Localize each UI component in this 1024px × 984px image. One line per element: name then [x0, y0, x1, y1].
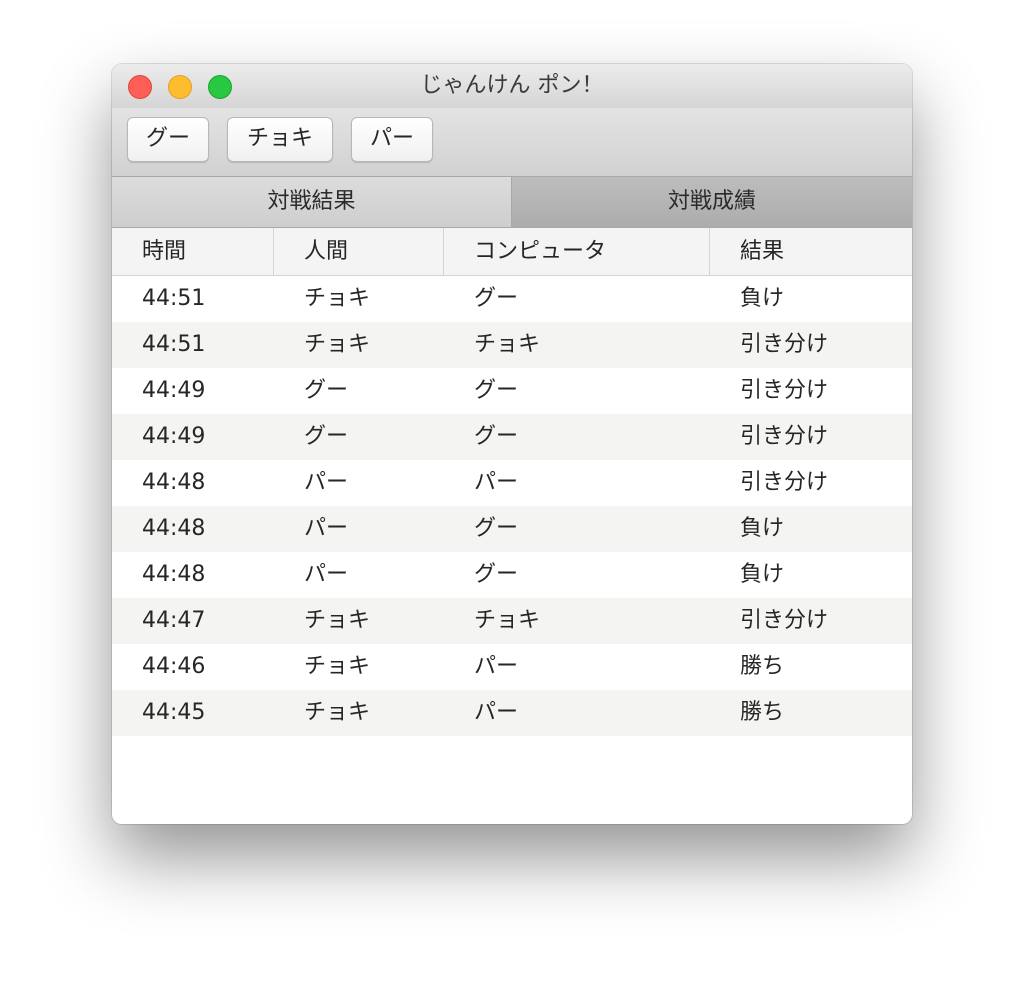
title-bar[interactable]: じゃんけん ポン！	[112, 64, 912, 109]
human-hand-cell: パー	[304, 470, 349, 495]
computer-hand-cell: パー	[474, 700, 519, 725]
result-cell: 負け	[740, 562, 785, 587]
result-cell: 引き分け	[740, 424, 829, 449]
scissors-button[interactable]: チョキ	[227, 117, 333, 162]
app-window: じゃんけん ポン！ グー チョキ パー 対戦結果 対戦成績 時間 人間 コンピュ…	[112, 64, 912, 824]
human-hand-cell: パー	[304, 562, 349, 587]
time-cell: 44:45	[142, 700, 206, 725]
table-header: 時間 人間 コンピュータ 結果	[112, 228, 912, 276]
table-row[interactable]: 44:48 パー グー 負け	[112, 552, 912, 598]
table-row[interactable]: 44:51 チョキ グー 負け	[112, 276, 912, 322]
human-hand-cell: グー	[304, 424, 349, 449]
table-row[interactable]: 44:45 チョキ パー 勝ち	[112, 690, 912, 736]
computer-hand-cell: チョキ	[474, 332, 541, 357]
table-row[interactable]: 44:48 パー パー 引き分け	[112, 460, 912, 506]
table-row[interactable]: 44:48 パー グー 負け	[112, 506, 912, 552]
human-hand-cell: チョキ	[304, 286, 371, 311]
column-header-time[interactable]: 時間	[142, 228, 186, 275]
toolbar: グー チョキ パー	[112, 108, 912, 176]
table-row[interactable]: 44:49 グー グー 引き分け	[112, 368, 912, 414]
human-hand-cell: チョキ	[304, 608, 371, 633]
table-row[interactable]: 44:51 チョキ チョキ 引き分け	[112, 322, 912, 368]
column-header-computer[interactable]: コンピュータ	[474, 228, 606, 275]
result-cell: 勝ち	[740, 700, 785, 725]
result-cell: 引き分け	[740, 470, 829, 495]
time-cell: 44:51	[142, 286, 206, 311]
table-row[interactable]: 44:49 グー グー 引き分け	[112, 414, 912, 460]
column-divider[interactable]	[273, 228, 274, 275]
computer-hand-cell: グー	[474, 424, 519, 449]
computer-hand-cell: チョキ	[474, 608, 541, 633]
table-row[interactable]: 44:47 チョキ チョキ 引き分け	[112, 598, 912, 644]
tab-bar: 対戦結果 対戦成績	[112, 176, 912, 228]
result-cell: 引き分け	[740, 378, 829, 403]
column-header-result[interactable]: 結果	[740, 228, 784, 275]
result-cell: 勝ち	[740, 654, 785, 679]
time-cell: 44:46	[142, 654, 206, 679]
computer-hand-cell: グー	[474, 562, 519, 587]
column-divider[interactable]	[443, 228, 444, 275]
computer-hand-cell: パー	[474, 654, 519, 679]
column-header-human[interactable]: 人間	[304, 228, 348, 275]
computer-hand-cell: グー	[474, 516, 519, 541]
computer-hand-cell: グー	[474, 286, 519, 311]
result-cell: 引き分け	[740, 332, 829, 357]
human-hand-cell: チョキ	[304, 654, 371, 679]
results-table-body: 44:51 チョキ グー 負け 44:51 チョキ チョキ 引き分け 44:49…	[112, 276, 912, 824]
computer-hand-cell: パー	[474, 470, 519, 495]
time-cell: 44:48	[142, 470, 206, 495]
time-cell: 44:48	[142, 562, 206, 587]
window-title: じゃんけん ポン！	[420, 73, 604, 98]
human-hand-cell: チョキ	[304, 332, 371, 357]
human-hand-cell: パー	[304, 516, 349, 541]
result-cell: 負け	[740, 516, 785, 541]
tab-match-results[interactable]: 対戦結果	[112, 177, 512, 227]
column-divider[interactable]	[709, 228, 710, 275]
rock-button[interactable]: グー	[127, 117, 209, 162]
tab-match-record[interactable]: 対戦成績	[512, 177, 912, 227]
human-hand-cell: チョキ	[304, 700, 371, 725]
time-cell: 44:51	[142, 332, 206, 357]
result-cell: 引き分け	[740, 608, 829, 633]
time-cell: 44:49	[142, 424, 206, 449]
time-cell: 44:48	[142, 516, 206, 541]
time-cell: 44:49	[142, 378, 206, 403]
paper-button[interactable]: パー	[351, 117, 433, 162]
computer-hand-cell: グー	[474, 378, 519, 403]
table-row[interactable]: 44:46 チョキ パー 勝ち	[112, 644, 912, 690]
time-cell: 44:47	[142, 608, 206, 633]
result-cell: 負け	[740, 286, 785, 311]
human-hand-cell: グー	[304, 378, 349, 403]
